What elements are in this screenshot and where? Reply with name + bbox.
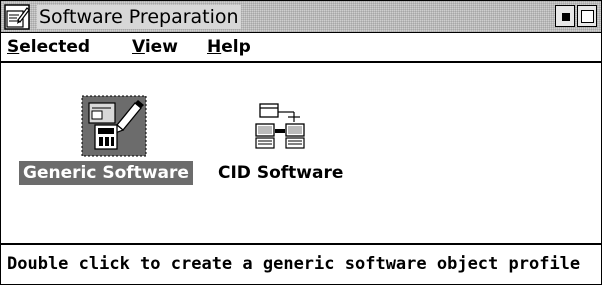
status-text: Double click to create a generic softwar…: [7, 254, 581, 274]
generic-software-label[interactable]: Generic Software: [19, 161, 193, 185]
menu-view-label: iew: [144, 37, 178, 57]
minimize-button[interactable]: [555, 5, 575, 27]
status-bar: Double click to create a generic softwar…: [1, 243, 601, 284]
menu-selected-label: elected: [19, 37, 91, 57]
menu-view-mnemonic: V: [132, 37, 145, 57]
generic-software-icon[interactable]: [81, 95, 147, 157]
window-title: Software Preparation: [37, 5, 241, 29]
maximize-icon: [581, 10, 594, 23]
software-preparation-window: Software Preparation Selected View Help: [0, 0, 602, 285]
menu-view[interactable]: View: [132, 36, 178, 58]
title-bar[interactable]: Software Preparation: [1, 1, 601, 33]
menu-selected-mnemonic: S: [7, 37, 20, 57]
minimize-icon: [562, 13, 570, 21]
cid-software-icon[interactable]: [254, 102, 306, 152]
maximize-button[interactable]: [577, 5, 597, 27]
menu-help-label: elp: [221, 37, 251, 57]
cid-software-label[interactable]: CID Software: [216, 161, 345, 185]
system-menu-icon[interactable]: [4, 4, 30, 30]
menu-help[interactable]: Help: [207, 36, 251, 58]
client-area[interactable]: Generic Software CID Software: [1, 63, 601, 243]
menu-bar: Selected View Help: [1, 33, 601, 63]
menu-selected[interactable]: Selected: [7, 36, 90, 58]
menu-help-mnemonic: H: [207, 37, 222, 57]
